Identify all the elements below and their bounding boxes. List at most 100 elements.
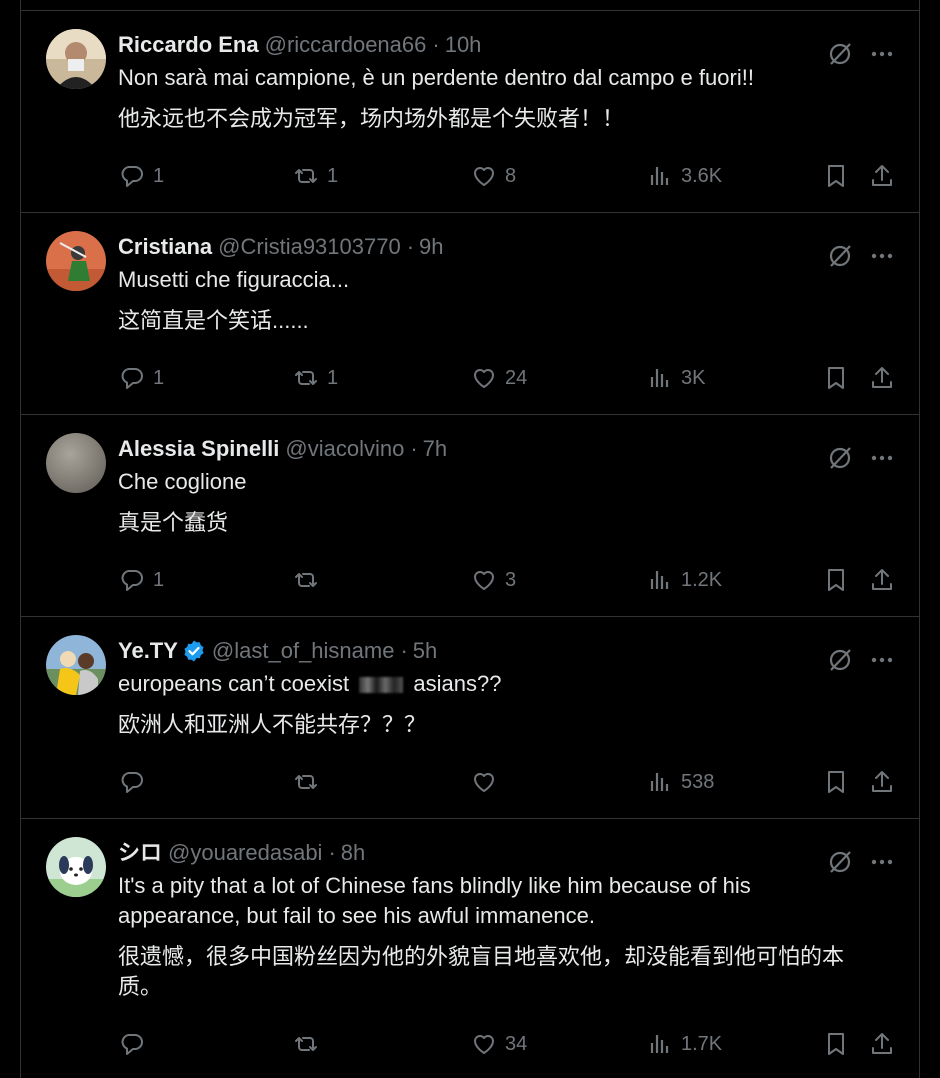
repost-icon bbox=[295, 1037, 317, 1051]
like-button[interactable]: 3 bbox=[471, 567, 516, 593]
tweet-text: europeans can’t coexist asians?? bbox=[118, 669, 869, 699]
share-button[interactable] bbox=[869, 365, 895, 391]
like-button[interactable]: 24 bbox=[471, 365, 527, 391]
more-icon[interactable] bbox=[869, 447, 895, 469]
translated-text: 欧洲人和亚洲人不能共存？？？ bbox=[118, 712, 427, 737]
tweet-text: Musetti che figuraccia... bbox=[118, 267, 350, 292]
share-button[interactable] bbox=[869, 163, 895, 189]
separator-dot: · bbox=[400, 638, 408, 663]
views-icon bbox=[650, 571, 669, 589]
repost-button[interactable] bbox=[293, 567, 327, 593]
reply-count: 1 bbox=[153, 165, 165, 187]
views-icon bbox=[650, 1035, 669, 1053]
views-count: 1.2K bbox=[681, 569, 723, 591]
views-count: 3.6K bbox=[681, 165, 723, 187]
tweet-card[interactable]: Alessia Spinelli @viacolvino · 7h Che co… bbox=[21, 415, 919, 617]
reply-button[interactable] bbox=[119, 1031, 153, 1057]
like-button[interactable] bbox=[471, 769, 505, 795]
display-name[interactable]: Alessia Spinelli bbox=[118, 435, 279, 463]
tweet-text-before: europeans can’t coexist bbox=[118, 671, 350, 696]
display-name[interactable]: Riccardo Ena bbox=[118, 31, 259, 59]
like-button[interactable]: 8 bbox=[471, 163, 516, 189]
user-handle[interactable]: @viacolvino bbox=[285, 435, 404, 463]
avatar[interactable] bbox=[46, 433, 106, 493]
repost-icon bbox=[295, 371, 317, 385]
tweet-text: Che coglione bbox=[118, 469, 247, 494]
bookmark-button[interactable] bbox=[823, 567, 849, 593]
views-icon bbox=[650, 773, 669, 791]
repost-button[interactable] bbox=[293, 769, 327, 795]
display-name[interactable]: シロ bbox=[118, 839, 162, 867]
repost-button[interactable]: 1 bbox=[293, 163, 338, 189]
bookmark-button[interactable] bbox=[823, 1031, 849, 1057]
separator-dot: · bbox=[410, 436, 418, 461]
reply-button[interactable]: 1 bbox=[119, 567, 164, 593]
reply-icon bbox=[121, 1034, 143, 1055]
separator-dot: · bbox=[432, 32, 440, 57]
tweet-text: It's a pity that a lot of Chinese fans b… bbox=[118, 873, 751, 928]
user-handle[interactable]: @riccardoena66 bbox=[265, 31, 427, 59]
display-name[interactable]: Ye.TY bbox=[118, 637, 178, 665]
tweet-text-after: asians?? bbox=[413, 671, 502, 696]
views-button[interactable]: 538 bbox=[647, 769, 714, 795]
user-handle[interactable]: @last_of_hisname bbox=[212, 637, 395, 665]
bookmark-button[interactable] bbox=[823, 163, 849, 189]
user-handle[interactable]: @youaredasabi bbox=[168, 839, 322, 867]
tweet-card[interactable]: Ye.TY @last_of_hisname · 5h europeans ca… bbox=[21, 617, 919, 819]
bookmark-button[interactable] bbox=[823, 365, 849, 391]
share-icon bbox=[872, 1033, 892, 1054]
action-bar: 1 3 1.2K bbox=[21, 567, 919, 599]
share-button[interactable] bbox=[869, 1031, 895, 1057]
user-handle[interactable]: @Cristia93103770 bbox=[218, 233, 401, 261]
tweet-card[interactable]: Riccardo Ena @riccardoena66 · 10h Non sa… bbox=[21, 11, 919, 213]
like-icon bbox=[474, 773, 494, 792]
timestamp[interactable]: 8h bbox=[341, 839, 365, 867]
timestamp[interactable]: 9h bbox=[419, 233, 443, 261]
tweet-card[interactable]: Cristiana @Cristia93103770 · 9h Musetti … bbox=[21, 213, 919, 415]
more-icon[interactable] bbox=[869, 851, 895, 873]
bookmark-button[interactable] bbox=[823, 769, 849, 795]
more-icon[interactable] bbox=[869, 649, 895, 671]
tweet-card[interactable]: シロ @youaredasabi · 8h It's a pity that a… bbox=[21, 819, 919, 1078]
repost-button[interactable] bbox=[293, 1031, 327, 1057]
share-icon bbox=[872, 771, 892, 792]
repost-button[interactable]: 1 bbox=[293, 365, 338, 391]
translated-text: 他永远也不会成为冠军，场内场外都是个失败者！！ bbox=[118, 106, 625, 131]
timestamp[interactable]: 10h bbox=[445, 31, 482, 59]
like-icon bbox=[474, 1035, 494, 1054]
avatar[interactable] bbox=[46, 29, 106, 89]
like-button[interactable]: 34 bbox=[471, 1031, 527, 1057]
reply-button[interactable] bbox=[119, 769, 153, 795]
reply-button[interactable]: 1 bbox=[119, 163, 164, 189]
like-icon bbox=[474, 167, 494, 186]
reply-feed: Riccardo Ena @riccardoena66 · 10h Non sa… bbox=[20, 0, 920, 1078]
share-button[interactable] bbox=[869, 567, 895, 593]
avatar[interactable] bbox=[46, 231, 106, 291]
avatar[interactable] bbox=[46, 837, 106, 897]
tweet-header: Riccardo Ena @riccardoena66 · 10h bbox=[118, 31, 481, 59]
more-icon[interactable] bbox=[869, 245, 895, 267]
bookmark-icon bbox=[828, 367, 844, 389]
timestamp[interactable]: 5h bbox=[413, 637, 437, 665]
share-icon bbox=[872, 569, 892, 590]
views-button[interactable]: 1.2K bbox=[647, 567, 722, 593]
translated-text: 真是个蠢货 bbox=[118, 510, 229, 535]
separator-dot: · bbox=[328, 840, 336, 865]
repost-icon bbox=[295, 169, 317, 183]
timestamp[interactable]: 7h bbox=[423, 435, 447, 463]
views-button[interactable]: 1.7K bbox=[647, 1031, 722, 1057]
redacted-word bbox=[359, 677, 404, 694]
action-bar: 34 1.7K bbox=[21, 1031, 919, 1063]
reply-button[interactable]: 1 bbox=[119, 365, 164, 391]
like-count: 3 bbox=[505, 569, 517, 591]
views-icon bbox=[650, 369, 669, 387]
views-button[interactable]: 3K bbox=[647, 365, 705, 391]
views-count: 3K bbox=[681, 367, 706, 389]
more-icon[interactable] bbox=[869, 43, 895, 65]
share-button[interactable] bbox=[869, 769, 895, 795]
avatar[interactable] bbox=[46, 635, 106, 695]
tweet-header: Alessia Spinelli @viacolvino · 7h bbox=[118, 435, 447, 463]
display-name[interactable]: Cristiana bbox=[118, 233, 212, 261]
views-button[interactable]: 3.6K bbox=[647, 163, 722, 189]
repost-count: 1 bbox=[327, 367, 339, 389]
